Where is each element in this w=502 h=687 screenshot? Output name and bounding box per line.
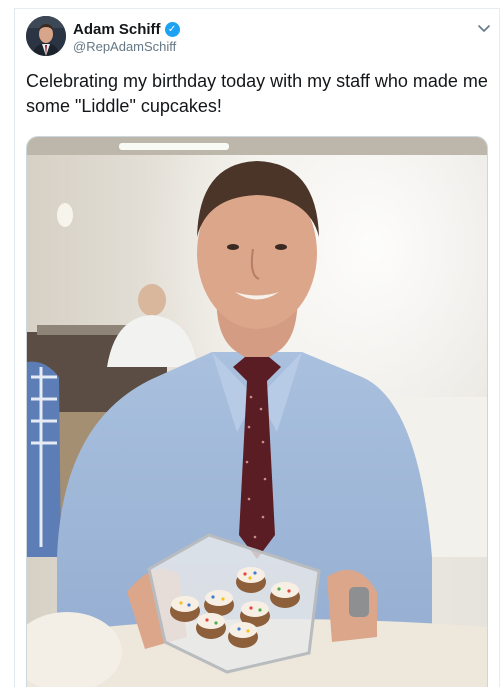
author-handle[interactable]: @RepAdamSchiff	[73, 39, 176, 54]
author-display-name[interactable]: Adam Schiff	[73, 21, 161, 38]
avatar[interactable]	[26, 16, 66, 56]
author-name-row[interactable]: Adam Schiff ✓	[73, 21, 180, 38]
verified-badge-icon: ✓	[164, 22, 180, 37]
tweet-text: Celebrating my birthday today with my st…	[26, 71, 488, 116]
chevron-down-icon[interactable]	[476, 22, 492, 34]
tweet-photo[interactable]	[26, 136, 488, 687]
tweet-photo-image	[27, 137, 487, 687]
avatar-image	[26, 16, 66, 56]
